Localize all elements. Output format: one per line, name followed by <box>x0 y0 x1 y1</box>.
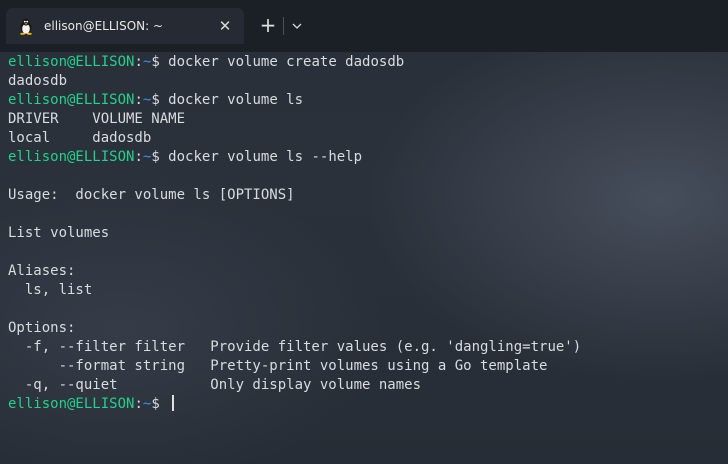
terminal-window: ellison@ELLISON: ~ ✕ + ellison@ELLISON:~… <box>0 0 728 464</box>
output-line: local dadosdb <box>8 130 152 146</box>
prompt-line: ellison@ELLISON:~$ docker volume ls --he… <box>8 148 728 167</box>
output-line: Usage: docker volume ls [OPTIONS] <box>8 187 295 203</box>
tab-terminal[interactable]: ellison@ELLISON: ~ ✕ <box>6 8 244 44</box>
prompt-line: ellison@ELLISON:~$ docker volume create … <box>8 53 728 72</box>
command-text: docker volume ls <box>168 92 304 108</box>
prompt-colon: : <box>134 396 143 412</box>
prompt-line: ellison@ELLISON:~$ <box>8 395 728 414</box>
command-text: docker volume create dadosdb <box>168 54 405 70</box>
output-line: DRIVER VOLUME NAME <box>8 111 186 127</box>
output-line: -f, --filter filter Provide filter value… <box>8 339 582 355</box>
tab-title: ellison@ELLISON: ~ <box>44 19 164 33</box>
prompt-user: ellison@ELLISON <box>8 396 135 412</box>
text-cursor <box>172 395 175 411</box>
prompt-user: ellison@ELLISON <box>8 92 135 108</box>
output-line: Options: <box>8 320 76 336</box>
prompt-symbol: $ <box>151 54 169 70</box>
prompt-symbol: $ <box>151 396 169 412</box>
new-tab-button[interactable]: + <box>258 15 278 35</box>
prompt-line: ellison@ELLISON:~$ docker volume ls <box>8 91 728 110</box>
titlebar-divider <box>283 17 284 35</box>
prompt-symbol: $ <box>151 149 169 165</box>
output-line: -q, --quiet Only display volume names <box>8 377 422 393</box>
prompt-colon: : <box>134 149 143 165</box>
prompt-colon: : <box>134 54 143 70</box>
prompt-user: ellison@ELLISON <box>8 149 135 165</box>
output-line: Aliases: <box>8 263 76 279</box>
prompt-colon: : <box>134 92 143 108</box>
linux-penguin-icon <box>16 16 36 36</box>
output-line: List volumes <box>8 225 110 241</box>
terminal-output[interactable]: ellison@ELLISON:~$ docker volume create … <box>8 52 728 464</box>
output-line: --format string Pretty-print volumes usi… <box>8 358 548 374</box>
close-tab-icon[interactable]: ✕ <box>216 17 234 35</box>
output-line: ls, list <box>8 282 93 298</box>
output-line: dadosdb <box>8 73 68 89</box>
prompt-symbol: $ <box>151 92 169 108</box>
title-bar: ellison@ELLISON: ~ ✕ + <box>0 0 728 52</box>
command-text: docker volume ls --help <box>168 149 363 165</box>
prompt-user: ellison@ELLISON <box>8 54 135 70</box>
chevron-down-icon[interactable] <box>290 17 304 35</box>
